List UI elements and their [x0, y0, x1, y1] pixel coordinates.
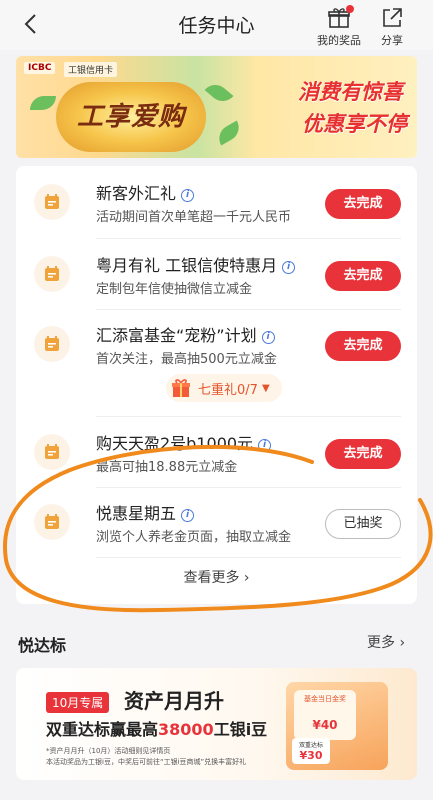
leaf-decoration: [214, 120, 244, 146]
page-title: 任务中心: [178, 15, 255, 37]
go-complete-button[interactable]: 去完成: [325, 331, 401, 361]
task-title: 新客外汇礼 i: [96, 180, 195, 204]
calendar-icon: [34, 434, 70, 470]
task-item: 悦惠星期五 i 浏览个人养老金页面，抽取立减金 已抽奖: [16, 487, 417, 557]
calendar-icon: [34, 326, 70, 362]
chevron-right-icon: ›: [399, 635, 406, 651]
task-description: 首次关注，最高抽500元立减金: [96, 352, 277, 367]
calendar-icon: [34, 256, 70, 292]
my-prizes-button[interactable]: 我的奖品: [316, 5, 362, 48]
divider: [96, 557, 401, 558]
coupon-illustration: 基金当日金奖 ¥40 双重达标 ¥30: [286, 682, 388, 770]
my-prizes-label: 我的奖品: [317, 34, 361, 47]
task-title: 悦惠星期五 i: [96, 500, 195, 524]
leaf-decoration: [30, 96, 56, 110]
promo-headline: 资产月月升: [124, 689, 224, 713]
coupon-card: 双重达标 ¥30: [292, 738, 330, 764]
seven-gifts-progress[interactable]: 七重礼0/7 ▼: [166, 374, 282, 402]
banner-slogan-2: 优惠享不停: [302, 112, 407, 136]
notification-dot: [346, 5, 354, 13]
bank-logo: ICBC: [24, 62, 56, 74]
chevron-right-icon: ›: [243, 570, 250, 586]
seven-gifts-label: 七重礼0/7: [198, 382, 258, 398]
top-bar: 任务中心 我的奖品 分享: [0, 0, 433, 50]
promo-logo: 工享爱购: [56, 82, 206, 152]
task-description: 浏览个人养老金页面，抽取立减金: [96, 530, 292, 545]
task-item: 购天天盈2号b1000元 i 最高可抽18.88元立减金 去完成: [16, 417, 417, 487]
share-icon: [380, 6, 404, 30]
section-more-link[interactable]: 更多 ›: [367, 632, 405, 652]
promo-fine-print: *资产月月升（10月）活动细则见详情页: [46, 747, 171, 755]
promo-tag: 10月专属: [46, 692, 110, 713]
task-description: 定制包年信使抽微信立减金: [96, 282, 253, 297]
view-more-link[interactable]: 查看更多 ›: [16, 567, 417, 587]
promo-subline: 双重达标赢最高38000工银i豆: [46, 720, 268, 739]
gift-icon: [327, 5, 354, 30]
task-item: 粤月有礼 工银信使特惠月 i 定制包年信使抽微信立减金 去完成: [16, 239, 417, 309]
share-button[interactable]: 分享: [372, 6, 412, 48]
promo-banner[interactable]: ICBC 工银信用卡 工享爱购 消费有惊喜 优惠享不停: [16, 56, 417, 158]
go-complete-button[interactable]: 去完成: [325, 261, 401, 291]
task-description: 最高可抽18.88元立减金: [96, 460, 238, 475]
task-item: 新客外汇礼 i 活动期间首次单笔超一千元人民币 去完成: [16, 167, 417, 237]
task-list-card: 新客外汇礼 i 活动期间首次单笔超一千元人民币 去完成 粤月有礼 工银信使特惠月 i…: [16, 166, 417, 604]
calendar-icon: [34, 184, 70, 220]
info-icon[interactable]: i: [261, 331, 275, 344]
banner-slogan-1: 消费有惊喜: [298, 80, 403, 104]
section-title: 悦达标: [18, 636, 67, 655]
info-icon[interactable]: i: [181, 189, 195, 202]
go-complete-button[interactable]: 去完成: [325, 439, 401, 469]
card-brand: 工银信用卡: [64, 62, 118, 77]
share-label: 分享: [381, 34, 403, 47]
info-icon[interactable]: i: [258, 439, 272, 452]
chevron-down-icon: ▼: [261, 382, 270, 394]
gift-box-icon: [170, 377, 192, 399]
calendar-icon: [34, 504, 70, 540]
task-title: 购天天盈2号b1000元 i: [96, 430, 272, 454]
asset-promo-card[interactable]: 10月专属 资产月月升 双重达标赢最高38000工银i豆 *资产月月升（10月）…: [16, 668, 417, 780]
task-title: 汇添富基金“宠粉”计划 i: [96, 322, 275, 346]
promo-fine-print: 本活动奖品为工银i豆，中奖后可前往“工银i豆商城”兑换丰富好礼: [46, 758, 247, 766]
coupon-card: 基金当日金奖 ¥40: [294, 690, 356, 740]
leaf-decoration: [204, 79, 234, 107]
task-description: 活动期间首次单笔超一千元人民币: [96, 210, 292, 225]
task-item: 汇添富基金“宠粉”计划 i 首次关注，最高抽500元立减金 去完成: [16, 309, 417, 379]
already-drawn-button[interactable]: 已抽奖: [325, 509, 401, 539]
go-complete-button[interactable]: 去完成: [325, 189, 401, 219]
info-icon[interactable]: i: [181, 509, 195, 522]
task-title: 粤月有礼 工银信使特惠月 i: [96, 252, 296, 276]
info-icon[interactable]: i: [282, 261, 296, 274]
